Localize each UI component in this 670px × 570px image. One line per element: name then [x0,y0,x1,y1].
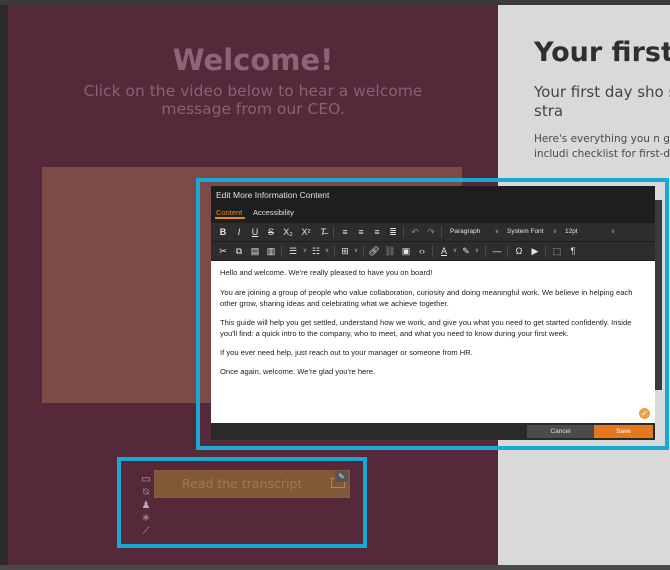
welcome-heading: Welcome! [172,43,334,77]
editor-highlight-box [196,178,669,450]
first-day-lead: Your first day sho smooth and stra [534,83,670,120]
first-day-heading: Your first [534,37,670,68]
transcript-highlight-box [117,457,367,548]
welcome-subtitle: Click on the video below to hear a welco… [83,82,423,118]
first-day-body: Here's everything you n ground running, … [534,133,670,160]
window-bottom-border [0,565,670,570]
